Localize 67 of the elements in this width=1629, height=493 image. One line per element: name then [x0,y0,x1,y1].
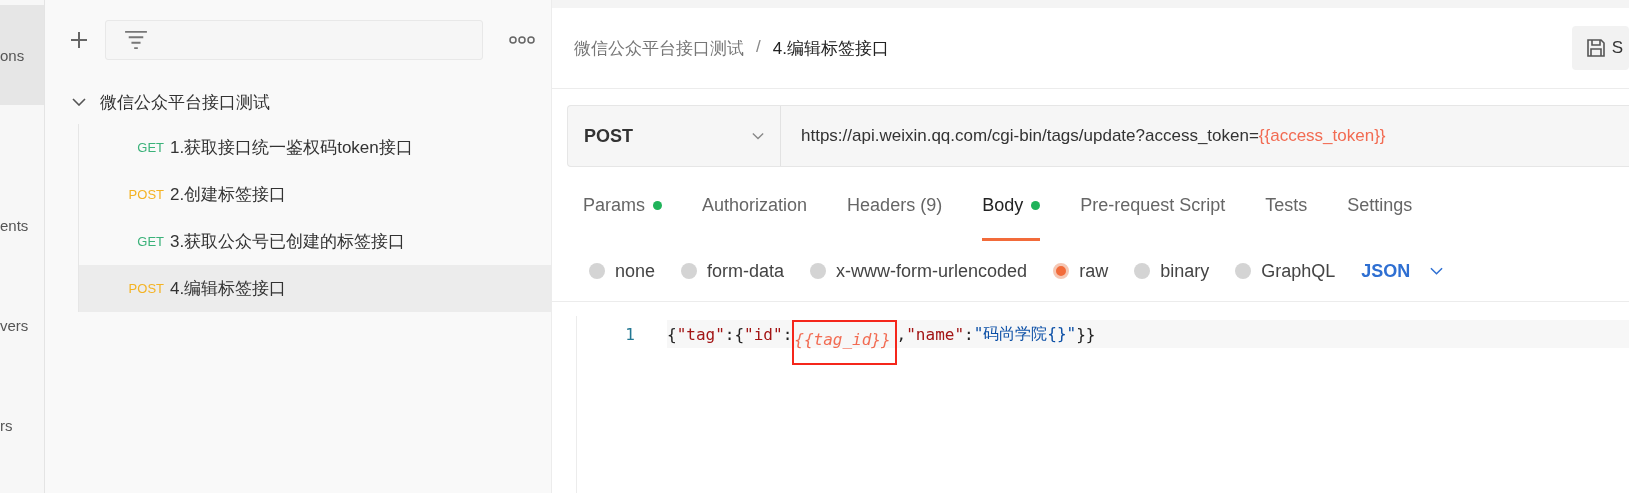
save-button[interactable]: S [1571,26,1629,70]
tab[interactable]: Params [583,167,662,241]
rail-item[interactable]: rs [0,375,44,475]
code-token: , [896,324,907,344]
save-icon [1585,38,1606,58]
code-token: {{tag_id}} [794,329,891,349]
radio-button[interactable] [589,263,605,279]
radio-label: binary [1160,260,1210,282]
code-token: : [782,324,793,344]
tab[interactable]: Settings [1347,167,1413,241]
more-icon[interactable] [509,36,535,44]
method-label: POST [127,187,164,202]
line-number: 1 [624,324,636,344]
collection-item[interactable]: 微信公众平台接口测试 [45,80,551,124]
rail-item[interactable]: ents [0,175,44,275]
radio-option[interactable]: binary [1134,260,1210,282]
radio-button[interactable] [681,263,698,279]
code-token: : [964,324,974,344]
caret-icon [1430,267,1444,275]
code-token: "name" [906,324,965,344]
radio-button[interactable] [1134,263,1151,279]
request-name: 4.编辑标签接口 [170,278,287,300]
radio-label: GraphQL [1261,260,1336,282]
code-token: "tag" [676,324,725,344]
request-name: 1.获取接口统一鉴权码token接口 [170,137,413,159]
method-label: GET [136,234,164,249]
radio-button[interactable] [1235,263,1252,279]
request-item[interactable]: GET 1.获取接口统一鉴权码token接口 [79,124,551,171]
tab[interactable]: Tests [1265,167,1308,241]
method-select[interactable]: POST [568,106,781,166]
rail-item[interactable]: ons [0,5,44,105]
tab[interactable]: Body [982,167,1041,241]
code-token: : [724,324,735,344]
request-name: 2.创建标签接口 [170,184,287,206]
breadcrumb-separator: / [756,36,761,58]
breadcrumb-current: 4.编辑标签接口 [772,37,889,60]
code-token: { [734,324,745,344]
code-token: }} [1076,324,1096,344]
method-label: GET [136,140,164,155]
filter-field[interactable] [105,20,483,60]
radio-label: form-data [707,260,785,282]
rail-item[interactable]: vers [0,275,44,375]
radio-option[interactable]: GraphQL [1235,260,1336,282]
tab[interactable]: Headers (9) [847,167,943,241]
breadcrumb-link[interactable]: 微信公众平台接口测试 [574,36,744,60]
method-label: POST [127,281,164,296]
request-name: 3.获取公众号已创建的标签接口 [170,231,406,253]
request-item[interactable]: POST 2.创建标签接口 [79,171,551,218]
radio-button[interactable] [810,263,827,279]
request-item[interactable]: GET 3.获取公众号已创建的标签接口 [79,218,551,265]
format-dropdown[interactable]: JSON [1361,260,1444,282]
url-field[interactable]: https://api.weixin.qq.com/cgi-bin/tags/update?access_token={{access_token}} [781,106,1386,166]
radio-button[interactable] [1053,263,1070,279]
caret-icon [752,132,764,140]
request-item[interactable]: POST 4.编辑标签接口 [79,265,551,312]
code-token: "码尚学院{}" [973,323,1077,345]
add-icon[interactable] [69,30,89,50]
radio-label: none [615,260,656,282]
tab[interactable]: Pre-request Script [1080,167,1226,241]
code-token: "id" [744,324,783,344]
radio-option[interactable]: form-data [681,260,785,282]
radio-option[interactable]: none [589,260,656,282]
code-token: { [667,324,677,344]
radio-option[interactable]: raw [1053,260,1109,282]
filter-icon [124,30,148,50]
radio-label: raw [1079,260,1109,282]
tab[interactable]: Authorization [702,167,808,241]
